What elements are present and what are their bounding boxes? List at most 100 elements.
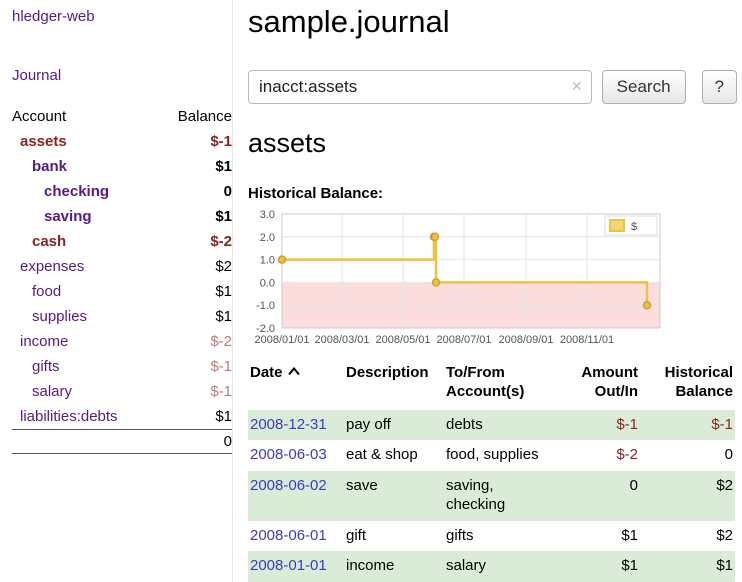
account-row: food $1 [12, 279, 232, 304]
account-balance: $-1 [210, 133, 232, 150]
svg-text:2008/01/01: 2008/01/01 [254, 334, 309, 346]
account-link-bank[interactable]: bank [12, 158, 67, 175]
transaction-accounts: saving, checking [444, 476, 564, 515]
balance-chart: 3.02.01.00.0-1.0-2.02008/01/012008/03/01… [248, 208, 676, 348]
date-column-header[interactable]: Date [248, 364, 344, 402]
svg-text:2008/05/01: 2008/05/01 [375, 334, 430, 346]
account-balance: $-2 [210, 333, 232, 350]
transaction-date-link[interactable]: 2008-06-01 [250, 527, 327, 544]
transaction-amount: $1 [564, 556, 640, 576]
transaction-accounts: gifts [444, 526, 564, 546]
search-button[interactable]: Search [602, 70, 686, 104]
account-balance: $2 [215, 258, 232, 275]
register-table: Date Description To/From Account(s) Amou… [248, 364, 735, 582]
account-link-cash[interactable]: cash [12, 233, 66, 250]
accounts-table-header: Account Balance [12, 104, 232, 129]
help-button[interactable]: ? [702, 70, 737, 104]
transaction-accounts: food, supplies [444, 445, 564, 465]
transaction-amount: $-1 [564, 415, 640, 435]
transaction-description: pay off [344, 415, 444, 435]
register-row: 2008-06-03 eat & shop food, supplies $-2… [248, 440, 735, 471]
register-header: Date Description To/From Account(s) Amou… [248, 364, 735, 402]
account-row: supplies $1 [12, 304, 232, 329]
transaction-balance: $2 [640, 526, 735, 546]
transaction-description: eat & shop [344, 445, 444, 465]
account-row: cash $-2 [12, 229, 232, 254]
search-input[interactable] [248, 70, 592, 104]
accounts-total-value: 0 [224, 433, 232, 450]
account-balance: $1 [215, 158, 232, 175]
transaction-date-link[interactable]: 2008-06-03 [250, 446, 327, 463]
journal-link[interactable]: Journal [12, 67, 232, 84]
transaction-amount: 0 [564, 476, 640, 515]
register-row: 2008-06-02 save saving, checking 0 $2 [248, 471, 735, 521]
page-title: sample.journal [248, 4, 737, 40]
account-row: assets $-1 [12, 129, 232, 154]
transaction-description: save [344, 476, 444, 515]
account-row: checking 0 [12, 179, 232, 204]
account-column-header: Account [12, 108, 66, 125]
register-row: 2008-01-01 income salary $1 $1 [248, 551, 735, 582]
transaction-balance: $2 [640, 476, 735, 515]
account-link-gifts[interactable]: gifts [12, 358, 60, 375]
svg-text:2008/07/01: 2008/07/01 [436, 334, 491, 346]
transaction-date-link[interactable]: 2008-01-01 [250, 557, 327, 574]
account-link-expenses[interactable]: expenses [12, 258, 84, 275]
account-link-assets[interactable]: assets [12, 133, 67, 150]
balance-column-header: Historical Balance [640, 364, 735, 402]
transaction-accounts: debts [444, 415, 564, 435]
transaction-date-link[interactable]: 2008-12-31 [250, 416, 327, 433]
transaction-date-link[interactable]: 2008-06-02 [250, 477, 327, 494]
svg-text:2008/03/01: 2008/03/01 [314, 334, 369, 346]
svg-text:0.0: 0.0 [260, 277, 275, 289]
account-heading: assets [248, 128, 737, 159]
amount-column-header: Amount Out/In [564, 364, 640, 402]
account-link-supplies[interactable]: supplies [12, 308, 87, 325]
account-row: liabilities:debts $1 [12, 404, 232, 429]
search-bar: ✕ Search ? [248, 70, 737, 104]
account-balance: $1 [215, 408, 232, 425]
account-balance: 0 [224, 183, 232, 200]
account-row: gifts $-1 [12, 354, 232, 379]
register-row: 2008-12-31 pay off debts $-1 $-1 [248, 410, 735, 441]
chart-title: Historical Balance: [248, 185, 737, 202]
account-link-saving[interactable]: saving [12, 208, 92, 225]
account-balance: $-1 [210, 383, 232, 400]
account-link-liabilities-debts[interactable]: liabilities:debts [12, 408, 118, 425]
main-content: sample.journal ✕ Search ? assets Histori… [248, 0, 737, 582]
account-row: expenses $2 [12, 254, 232, 279]
svg-text:$: $ [631, 221, 637, 233]
transaction-balance: $-1 [640, 415, 735, 435]
account-row: bank $1 [12, 154, 232, 179]
app-title-link[interactable]: hledger-web [12, 8, 232, 25]
svg-text:3.0: 3.0 [260, 209, 275, 221]
account-link-income[interactable]: income [12, 333, 68, 350]
transaction-balance: $1 [640, 556, 735, 576]
svg-text:2.0: 2.0 [260, 232, 275, 244]
account-column-header: To/From Account(s) [444, 364, 564, 402]
transaction-amount: $1 [564, 526, 640, 546]
date-header-label: Date [250, 364, 283, 383]
svg-text:-1.0: -1.0 [256, 300, 275, 312]
account-row: saving $1 [12, 204, 232, 229]
transaction-accounts: salary [444, 556, 564, 576]
transaction-description: gift [344, 526, 444, 546]
transaction-balance: 0 [640, 445, 735, 465]
svg-text:1.0: 1.0 [260, 255, 275, 267]
account-link-food[interactable]: food [12, 283, 61, 300]
description-column-header: Description [344, 364, 444, 402]
sidebar: hledger-web Journal Account Balance asse… [0, 0, 233, 582]
account-balance: $1 [215, 208, 232, 225]
clear-search-icon[interactable]: ✕ [571, 78, 583, 95]
account-link-checking[interactable]: checking [12, 183, 109, 200]
account-link-salary[interactable]: salary [12, 383, 72, 400]
account-balance: $-1 [210, 358, 232, 375]
accounts-table: Account Balance assets $-1 bank $1 check… [12, 104, 232, 454]
account-row: income $-2 [12, 329, 232, 354]
transaction-amount: $-2 [564, 445, 640, 465]
svg-text:2008/09/01: 2008/09/01 [498, 334, 553, 346]
svg-text:2008/11/01: 2008/11/01 [560, 334, 614, 346]
register-row: 2008-06-01 gift gifts $1 $2 [248, 521, 735, 552]
account-balance: $1 [215, 308, 232, 325]
account-balance: $1 [215, 283, 232, 300]
